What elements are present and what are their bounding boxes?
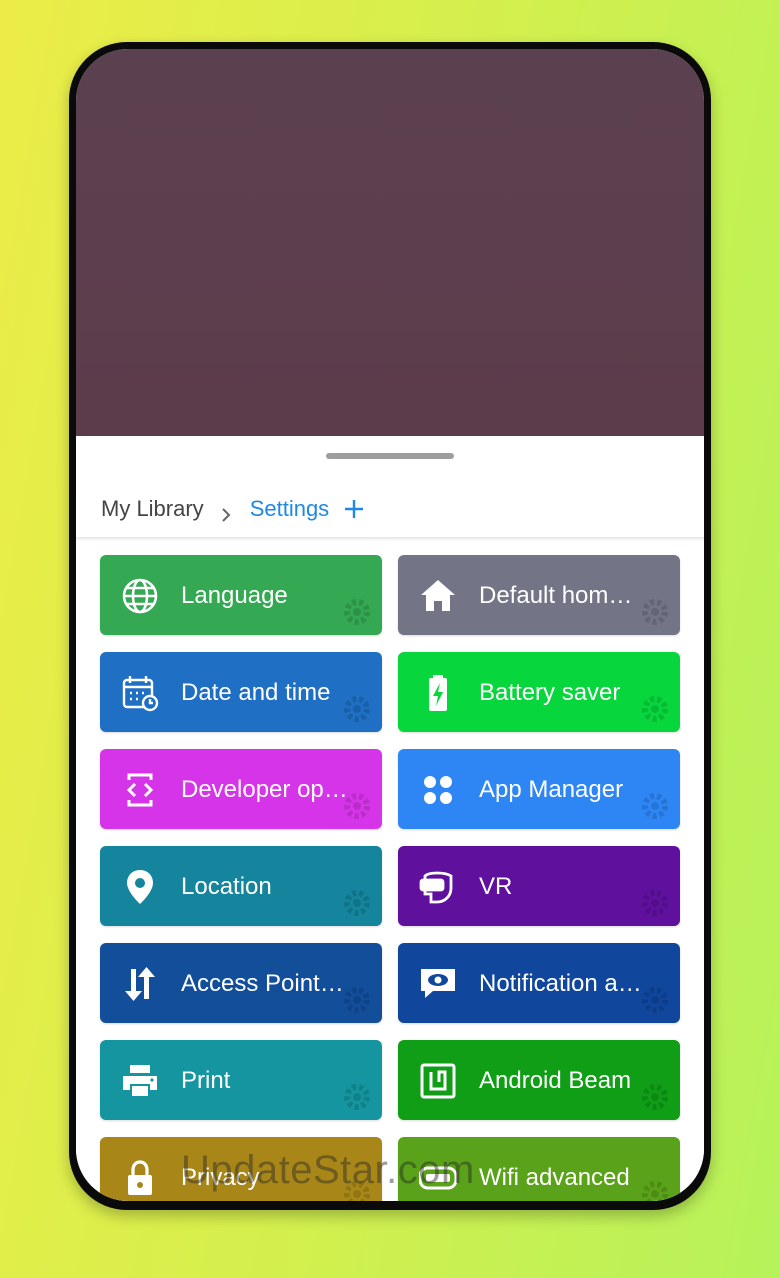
tile-print[interactable]: Print (100, 1040, 382, 1120)
tile-label: Battery saver (479, 679, 621, 706)
tile-label: Developer op… (181, 776, 348, 803)
tile-location[interactable]: Location (100, 846, 382, 926)
add-icon[interactable] (343, 498, 365, 520)
gear-icon (340, 1080, 374, 1114)
header-divider (76, 537, 704, 541)
developer-code-icon (121, 771, 159, 809)
tile-label: VR (479, 873, 513, 900)
watermark-text: UpdateStar.com (181, 1148, 475, 1192)
sheet-drag-handle[interactable] (326, 453, 454, 459)
home-icon (419, 577, 457, 615)
gear-icon (638, 692, 672, 726)
chevron-right-icon (220, 502, 232, 522)
printer-icon (121, 1062, 159, 1100)
tile-label: Android Beam (479, 1067, 632, 1094)
gear-icon (638, 1080, 672, 1114)
tile-default-home[interactable]: Default hom… (398, 555, 680, 635)
tile-label: Notification a… (479, 970, 642, 997)
tile-access-point[interactable]: Access Point… (100, 943, 382, 1023)
tile-label: Language (181, 582, 288, 609)
tile-vr[interactable]: VR (398, 846, 680, 926)
globe-icon (121, 577, 159, 615)
gear-icon (340, 789, 374, 823)
swap-arrows-icon (121, 965, 159, 1003)
breadcrumb-my-library[interactable]: My Library (101, 496, 204, 522)
calendar-clock-icon (121, 674, 159, 712)
breadcrumb-settings[interactable]: Settings (250, 496, 330, 522)
breadcrumb: My Library Settings (101, 494, 365, 524)
bottom-sheet: My Library Settings Language Default hom… (76, 436, 704, 1201)
gear-icon (638, 983, 672, 1017)
lock-icon (121, 1159, 159, 1197)
gear-icon (340, 886, 374, 920)
phone-screen: My Library Settings Language Default hom… (76, 49, 704, 1201)
tile-label: Access Point… (181, 970, 344, 997)
eye-message-icon (419, 965, 457, 1003)
tile-label: Default hom… (479, 582, 633, 609)
tile-label: Print (181, 1067, 231, 1094)
gear-icon (638, 886, 672, 920)
gear-icon (340, 983, 374, 1017)
gear-icon (340, 692, 374, 726)
tile-language[interactable]: Language (100, 555, 382, 635)
gear-icon (638, 1177, 672, 1201)
nfc-icon (419, 1062, 457, 1100)
apps-grid-icon (419, 771, 457, 809)
tile-app-manager[interactable]: App Manager (398, 749, 680, 829)
gear-icon (340, 595, 374, 629)
tile-label: Wifi advanced (479, 1164, 630, 1191)
tile-label: Date and time (181, 679, 331, 706)
gear-icon (638, 789, 672, 823)
tile-label: Location (181, 873, 272, 900)
vr-headset-icon (419, 868, 457, 906)
tile-label: App Manager (479, 776, 624, 803)
battery-icon (419, 674, 457, 712)
tile-notification-access[interactable]: Notification a… (398, 943, 680, 1023)
tile-date-and-time[interactable]: Date and time (100, 652, 382, 732)
gear-icon (638, 595, 672, 629)
tile-android-beam[interactable]: Android Beam (398, 1040, 680, 1120)
tile-battery-saver[interactable]: Battery saver (398, 652, 680, 732)
wallpaper-background (76, 49, 704, 437)
tile-developer-options[interactable]: Developer op… (100, 749, 382, 829)
location-pin-icon (121, 868, 159, 906)
